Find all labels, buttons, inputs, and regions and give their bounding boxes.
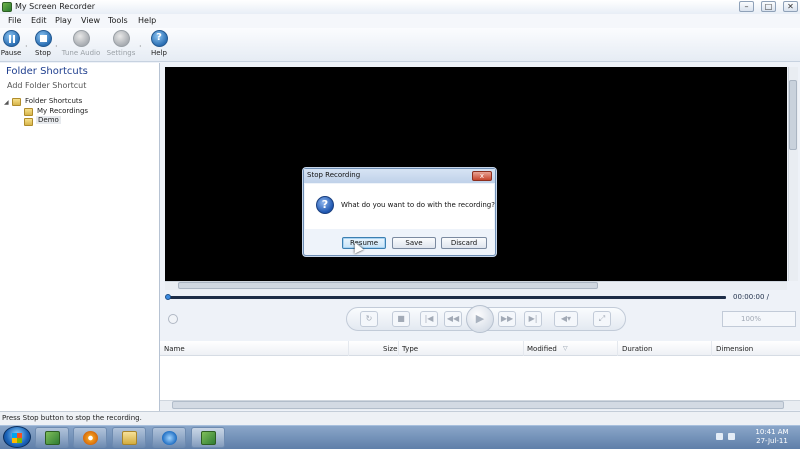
help-button[interactable]: ? Help [149, 30, 169, 60]
taskbar-explorer[interactable] [112, 427, 146, 448]
dialog-close-button[interactable]: x [472, 171, 492, 181]
taskbar-screen-recorder-active[interactable] [191, 427, 225, 448]
clock-date: 27-Jul-11 [756, 437, 788, 445]
windows-logo-icon [12, 433, 22, 443]
column-type[interactable]: Type [402, 345, 418, 353]
menu-help[interactable]: Help [138, 16, 156, 25]
taskbar-recorder-app[interactable] [35, 427, 69, 448]
tree-expander-icon[interactable]: ◢ [4, 99, 9, 106]
pause-button[interactable]: Pause [0, 30, 22, 60]
menu-play[interactable]: Play [55, 16, 72, 25]
settings-label: Settings [106, 49, 136, 57]
status-text: Press Stop button to stop the recording. [2, 414, 142, 422]
tune-audio-button[interactable]: Tune Audio [61, 30, 101, 60]
recorder-app-icon [201, 431, 216, 445]
minimize-button[interactable]: – [739, 1, 754, 12]
sort-arrow-icon: ▽ [563, 345, 568, 352]
replay-icon[interactable]: ↻ [360, 311, 378, 327]
seek-bar[interactable] [166, 296, 726, 299]
app-window: My Screen Recorder – □ ✕ File Edit Play … [0, 0, 800, 425]
stop-button[interactable]: Stop [33, 30, 53, 60]
recorder-app-icon [45, 431, 60, 445]
help-icon: ? [150, 30, 168, 47]
taskbar-internet-explorer[interactable] [152, 427, 186, 448]
add-folder-shortcut-link[interactable]: Add Folder Shortcut [7, 81, 86, 90]
start-button[interactable] [3, 426, 31, 448]
pane-title: Folder Shortcuts [6, 66, 88, 77]
resume-button[interactable]: Resume [342, 237, 386, 249]
next-icon[interactable]: ▶| [524, 311, 542, 327]
column-modified[interactable]: Modified [527, 345, 557, 353]
menu-file[interactable]: File [8, 16, 21, 25]
dialog-message: What do you want to do with the recordin… [341, 201, 495, 209]
dialog-title: Stop Recording [307, 171, 361, 179]
clock-time: 10:41 AM [755, 428, 789, 436]
help-label: Help [151, 49, 167, 57]
pause-label: Pause [0, 49, 22, 57]
save-button[interactable]: Save [392, 237, 436, 249]
rewind-icon[interactable]: ◀◀ [444, 311, 462, 327]
fullscreen-icon[interactable]: ⤢ [593, 311, 611, 327]
toolbar-separator: · [55, 42, 58, 51]
stop-icon [34, 30, 52, 47]
fast-forward-icon[interactable]: ▶▶ [498, 311, 516, 327]
file-list-scroll-thumb[interactable] [172, 401, 784, 409]
tray-clock[interactable]: 10:41 AM 27-Jul-11 [742, 428, 800, 446]
menu-view[interactable]: View [81, 16, 100, 25]
file-list[interactable] [160, 356, 800, 400]
tray-flag-icon[interactable] [716, 433, 723, 440]
tray-network-icon[interactable] [728, 433, 735, 440]
stop-playback-icon[interactable]: ■ [392, 311, 410, 327]
window-title: My Screen Recorder [15, 2, 96, 11]
pause-icon [2, 30, 20, 47]
zoom-field[interactable]: 100% [722, 311, 796, 327]
stop-label: Stop [35, 49, 51, 57]
folder-icon [12, 98, 21, 106]
close-button[interactable]: ✕ [783, 1, 798, 12]
taskbar-media-player[interactable] [73, 427, 107, 448]
column-size[interactable]: Size [383, 345, 397, 353]
tune-audio-label: Tune Audio [61, 49, 101, 57]
video-vertical-scroll-thumb[interactable] [789, 80, 797, 150]
tree-item-root[interactable]: Folder Shortcuts [25, 97, 82, 105]
folder-icon [122, 431, 137, 445]
media-player-icon [83, 431, 98, 445]
toolbar-separator: · [139, 42, 142, 51]
gear-icon [112, 30, 130, 47]
toolbar-separator: · [25, 42, 28, 51]
headphones-icon [72, 30, 90, 47]
app-icon [2, 2, 12, 12]
folder-icon [24, 108, 33, 116]
video-horizontal-scroll-thumb[interactable] [178, 282, 598, 289]
folder-icon [24, 118, 33, 126]
menu-edit[interactable]: Edit [31, 16, 47, 25]
column-name[interactable]: Name [164, 345, 185, 353]
seek-handle[interactable] [165, 294, 171, 300]
file-list-header [160, 341, 800, 356]
column-dimension[interactable]: Dimension [716, 345, 753, 353]
maximize-button[interactable]: □ [761, 1, 776, 12]
title-bar [0, 0, 800, 14]
discard-button[interactable]: Discard [441, 237, 487, 249]
internet-explorer-icon [162, 431, 177, 445]
tree-item-demo[interactable]: Demo [36, 116, 61, 124]
menu-tools[interactable]: Tools [108, 16, 128, 25]
previous-icon[interactable]: |◀ [420, 311, 438, 327]
question-icon: ? [316, 196, 334, 214]
volume-icon[interactable]: ◀▾ [554, 311, 578, 327]
column-duration[interactable]: Duration [622, 345, 652, 353]
play-icon[interactable]: ▶ [466, 305, 494, 333]
settings-button[interactable]: Settings [106, 30, 136, 60]
record-indicator-icon [168, 314, 178, 324]
tree-item-my-recordings[interactable]: My Recordings [37, 107, 88, 115]
